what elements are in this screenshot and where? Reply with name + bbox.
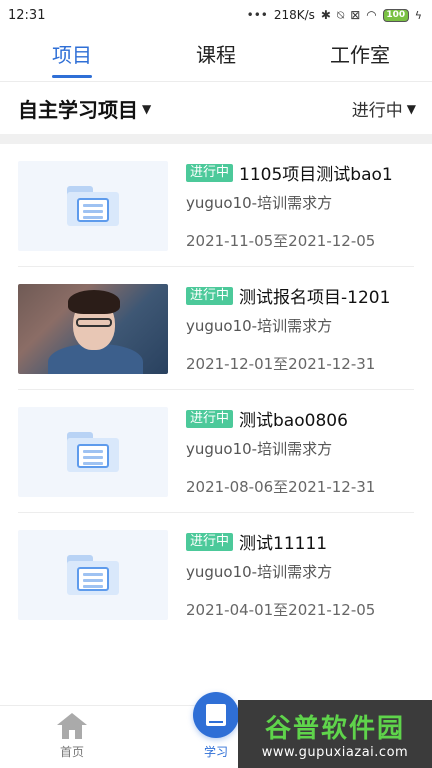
- book-icon: [193, 692, 239, 738]
- status-badge: 进行中: [186, 286, 234, 305]
- project-title: 测试bao0806: [239, 411, 348, 431]
- project-thumbnail: [18, 406, 168, 497]
- project-thumbnail: [18, 529, 168, 620]
- status-bar: 12:31 ••• 218K/s ✱ ⍉ ⊠ ◠ 100 ϟ: [0, 0, 432, 30]
- project-dates: 2021-11-05至2021-12-05: [186, 232, 376, 250]
- watermark: 谷普软件园 www.gupuxiazai.com: [238, 700, 432, 768]
- status-time: 12:31: [8, 7, 46, 23]
- status-badge: 进行中: [186, 532, 234, 551]
- chevron-down-icon: ▼: [406, 102, 416, 116]
- nav-study-label: 学习: [203, 745, 228, 759]
- project-thumbnail: [18, 160, 168, 251]
- nav-home[interactable]: 首页: [0, 706, 144, 768]
- home-icon: [57, 713, 87, 739]
- battery-icon: 100: [382, 8, 409, 22]
- project-title: 测试报名项目-1201: [239, 288, 391, 308]
- section-divider: [0, 134, 432, 144]
- status-filter-label: 进行中: [351, 100, 403, 121]
- no-sim-icon: ⊠: [350, 8, 361, 22]
- wifi-icon: ◠: [366, 8, 377, 22]
- category-dropdown[interactable]: 自主学习项目 ▼: [18, 94, 151, 123]
- charging-icon: ϟ: [414, 8, 422, 22]
- bluetooth-icon: ✱: [320, 8, 331, 22]
- project-title: 测试11111: [239, 534, 328, 554]
- project-list: 进行中 1105项目测试bao1 yuguo10-培训需求方 2021-11-0…: [0, 144, 432, 636]
- filter-row: 自主学习项目 ▼ 进行中 ▼: [0, 82, 432, 134]
- signal-dots-icon: •••: [246, 8, 268, 22]
- project-card[interactable]: 进行中 测试11111 yuguo10-培训需求方 2021-04-01至202…: [0, 513, 432, 636]
- network-speed: 218K/s: [273, 8, 315, 22]
- project-dates: 2021-04-01至2021-12-05: [186, 601, 376, 619]
- mute-bell-icon: ⍉: [336, 8, 345, 22]
- project-dates: 2021-08-06至2021-12-31: [186, 478, 376, 496]
- project-organizer: yuguo10-培训需求方: [186, 194, 333, 212]
- folder-icon: [67, 431, 119, 472]
- folder-icon: [67, 554, 119, 595]
- status-badge: 进行中: [186, 409, 234, 428]
- category-label: 自主学习项目: [18, 97, 138, 122]
- project-organizer: yuguo10-培训需求方: [186, 317, 333, 335]
- tab-courses[interactable]: 课程: [144, 30, 288, 80]
- status-icons: ••• 218K/s ✱ ⍉ ⊠ ◠ 100 ϟ: [247, 8, 422, 22]
- project-organizer: yuguo10-培训需求方: [186, 563, 333, 581]
- folder-icon: [67, 185, 119, 226]
- project-dates: 2021-12-01至2021-12-31: [186, 355, 376, 373]
- nav-home-label: 首页: [59, 745, 84, 759]
- top-tabs: 项目 课程 工作室: [0, 30, 432, 80]
- chevron-down-icon: ▼: [142, 102, 152, 116]
- project-card[interactable]: 进行中 测试报名项目-1201 yuguo10-培训需求方 2021-12-01…: [0, 267, 432, 390]
- project-title: 1105项目测试bao1: [239, 165, 393, 185]
- project-organizer: yuguo10-培训需求方: [186, 440, 333, 458]
- tab-projects[interactable]: 项目: [0, 30, 144, 80]
- status-dropdown[interactable]: 进行中 ▼: [352, 96, 416, 121]
- watermark-brand: 谷普软件园: [264, 714, 405, 744]
- project-card[interactable]: 进行中 1105项目测试bao1 yuguo10-培训需求方 2021-11-0…: [0, 144, 432, 267]
- tab-studio[interactable]: 工作室: [288, 30, 432, 80]
- watermark-url: www.gupuxiazai.com: [261, 745, 409, 760]
- project-photo: [18, 283, 168, 374]
- status-badge: 进行中: [186, 163, 234, 182]
- project-card[interactable]: 进行中 测试bao0806 yuguo10-培训需求方 2021-08-06至2…: [0, 390, 432, 513]
